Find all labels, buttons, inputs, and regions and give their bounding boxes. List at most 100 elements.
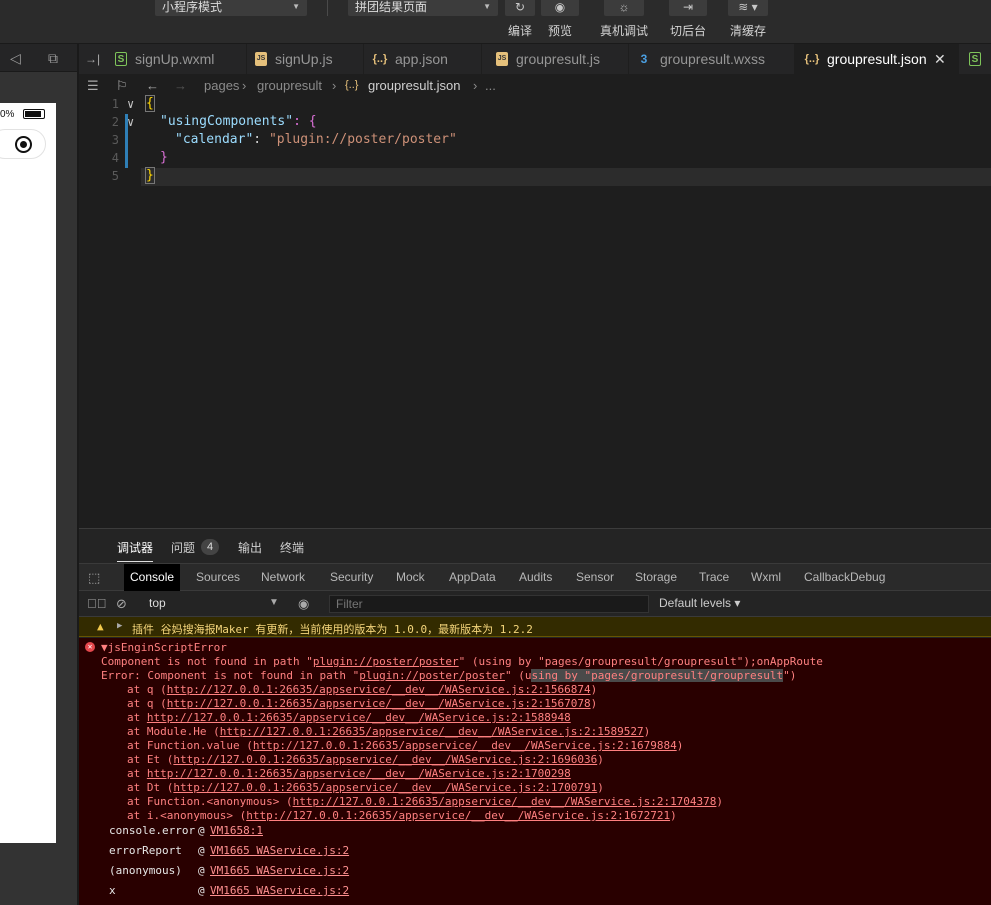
preview-button[interactable]: ◉ 预览 (540, 0, 580, 39)
line-number: 1 (111, 97, 119, 111)
inspect-element-icon[interactable]: ⬚ (88, 570, 100, 586)
stack-link[interactable]: http://127.0.0.1:26635/appservice/__dev_… (167, 683, 591, 696)
tab-overflow[interactable]: S (959, 44, 991, 74)
tab-signup-wxml[interactable]: S signUp.wxml (107, 44, 247, 74)
tab-groupresult-json[interactable]: {..} groupresult.json ✕ (795, 44, 959, 74)
stack-text: ) (597, 781, 604, 794)
tab-terminal[interactable]: 终端 (280, 539, 304, 556)
tab-debugger[interactable]: 调试器 (117, 539, 154, 562)
tab-issues[interactable]: 问题 (171, 539, 195, 556)
stack-link[interactable]: http://127.0.0.1:26635/appservice/__dev_… (246, 809, 670, 822)
devtools-panel-tabs: ⬚ Console Sources Network Security Mock … (79, 563, 991, 591)
tab-app-json[interactable]: {..} app.json (364, 44, 482, 74)
error-title[interactable]: ▼jsEnginScriptError (101, 641, 227, 654)
clear-console-icon[interactable]: ⊘ (116, 596, 127, 612)
tab-audits[interactable]: Audits (513, 564, 558, 591)
js-file-icon: JS (255, 52, 267, 66)
frame-source-link[interactable]: VM1665 WAService.js:2 (210, 884, 349, 897)
tab-groupresult-js[interactable]: JS groupresult.js (482, 44, 629, 74)
back-arrow-icon[interactable]: ← (146, 78, 159, 93)
tab-storage[interactable]: Storage (629, 564, 683, 591)
error-message[interactable]: ✕ ▼jsEnginScriptError Component is not f… (79, 638, 991, 905)
sidebar-toggle-icon[interactable]: ▶⃞ (87, 596, 107, 611)
error-line: Error: Component is not found in path "p… (101, 669, 796, 682)
compile-select[interactable]: 拼团结果页面 ▼ (348, 0, 498, 16)
breadcrumb-item[interactable]: groupresult (257, 78, 322, 93)
tab-signup-js[interactable]: JS signUp.js (247, 44, 364, 74)
tab-groupresult-wxss[interactable]: 3 groupresult.wxss (629, 44, 795, 74)
stack-link[interactable]: http://127.0.0.1:26635/appservice/__dev_… (253, 739, 677, 752)
frame-source-link[interactable]: VM1665 WAService.js:2 (210, 864, 349, 877)
warning-message[interactable]: ▲ ▶ 插件 谷妈搜海报Maker 有更新，当前使用的版本为 1.0.0，最新版… (79, 617, 991, 637)
stack-link[interactable]: http://127.0.0.1:26635/appservice/__dev_… (293, 795, 717, 808)
brace: } (145, 167, 155, 184)
error-link[interactable]: plugin://poster/poster (313, 655, 459, 668)
fold-chevron-icon[interactable]: ∨ (127, 115, 134, 129)
tab-sources[interactable]: Sources (190, 564, 246, 591)
tab-security[interactable]: Security (324, 564, 379, 591)
list-icon[interactable]: ☰ (87, 78, 99, 94)
js-file-icon: JS (496, 52, 508, 66)
stack-link[interactable]: http://127.0.0.1:26635/appservice/__dev_… (220, 725, 644, 738)
breadcrumb-item[interactable]: ... (485, 78, 496, 93)
stack-text: ) (643, 725, 651, 738)
stack-link[interactable]: http://127.0.0.1:26635/appservice/__dev_… (147, 711, 571, 724)
json-file-icon: {..} (804, 53, 820, 65)
json-key: "usingComponents" (160, 114, 294, 129)
stack-link[interactable]: http://127.0.0.1:26635/appservice/__dev_… (147, 767, 571, 780)
stack-text: ) (716, 795, 724, 808)
stack-text: at Function.value ( (127, 739, 253, 752)
filter-input[interactable] (329, 595, 649, 613)
collapse-sidebar-icon[interactable]: →| (85, 52, 100, 66)
switch-background-icon: ⇥ (669, 0, 707, 16)
tab-sensor[interactable]: Sensor (570, 564, 620, 591)
tab-trace[interactable]: Trace (693, 564, 735, 591)
bookmark-icon[interactable]: ⚐ (116, 78, 128, 94)
tab-appdata[interactable]: AppData (443, 564, 502, 591)
forward-arrow-icon[interactable]: → (174, 78, 187, 93)
stack-link[interactable]: http://127.0.0.1:26635/appservice/__dev_… (173, 753, 597, 766)
clear-cache-button[interactable]: ≋ ▾ 清缓存 (727, 0, 769, 39)
tab-output[interactable]: 输出 (238, 539, 262, 556)
current-line-highlight (141, 168, 991, 186)
tab-console[interactable]: Console (124, 564, 181, 591)
tab-label: groupresult.js (516, 51, 601, 67)
stack-text: ) (676, 739, 684, 752)
code-editor[interactable]: 1 2 3 4 5 ∨ ∨ { "usingComponents": { "ca… (79, 95, 991, 528)
tab-label: groupresult.wxss (660, 51, 766, 67)
context-select[interactable]: top (149, 596, 166, 610)
breadcrumb-item[interactable]: groupresult.json (368, 78, 461, 93)
layers-icon: ≋ ▾ (728, 0, 768, 16)
tab-mock[interactable]: Mock (390, 564, 431, 591)
chevron-down-icon: ▼ (483, 2, 491, 11)
preview-label: 预览 (547, 24, 572, 38)
phone-screen[interactable]: 0% (0, 103, 56, 843)
frame-source-link[interactable]: VM1665 WAService.js:2 (210, 844, 349, 857)
error-link[interactable]: plugin://poster/poster (359, 669, 505, 682)
window-icon[interactable]: ⧉ (48, 50, 58, 67)
frame-source-link[interactable]: VM1658:1 (210, 824, 263, 837)
frame-at: @ (198, 864, 205, 877)
close-icon[interactable]: ✕ (934, 44, 946, 74)
volume-icon[interactable]: ◁ (10, 50, 21, 67)
compile-button[interactable]: ↻ 编译 (503, 0, 537, 39)
switch-background-button[interactable]: ⇥ 切后台 (667, 0, 709, 39)
tab-wxml[interactable]: Wxml (745, 564, 787, 591)
remote-debug-button[interactable]: ☼ 真机调试 (598, 0, 650, 39)
levels-dropdown[interactable]: Default levels ▾ (659, 596, 740, 610)
stack-row: at Dt (http://127.0.0.1:26635/appservice… (127, 781, 604, 794)
stack-row: at Function.<anonymous> (http://127.0.0.… (127, 795, 723, 808)
stack-text: at (127, 711, 147, 724)
stack-link[interactable]: http://127.0.0.1:26635/appservice/__dev_… (167, 697, 591, 710)
error-text: Error: Component is not found in path " (101, 669, 360, 682)
mode-select[interactable]: 小程序模式 ▼ (155, 0, 307, 16)
eye-icon[interactable]: ◉ (298, 596, 309, 612)
close-target-icon[interactable] (15, 136, 32, 153)
tab-callbackdebug[interactable]: CallbackDebug (798, 564, 891, 591)
breadcrumb-item[interactable]: pages (204, 78, 239, 93)
stack-link[interactable]: http://127.0.0.1:26635/appservice/__dev_… (173, 781, 597, 794)
menu-capsule[interactable] (0, 129, 46, 159)
fold-chevron-icon[interactable]: ∨ (127, 97, 134, 111)
expand-triangle-icon[interactable]: ▶ (117, 621, 122, 631)
tab-network[interactable]: Network (255, 564, 311, 591)
